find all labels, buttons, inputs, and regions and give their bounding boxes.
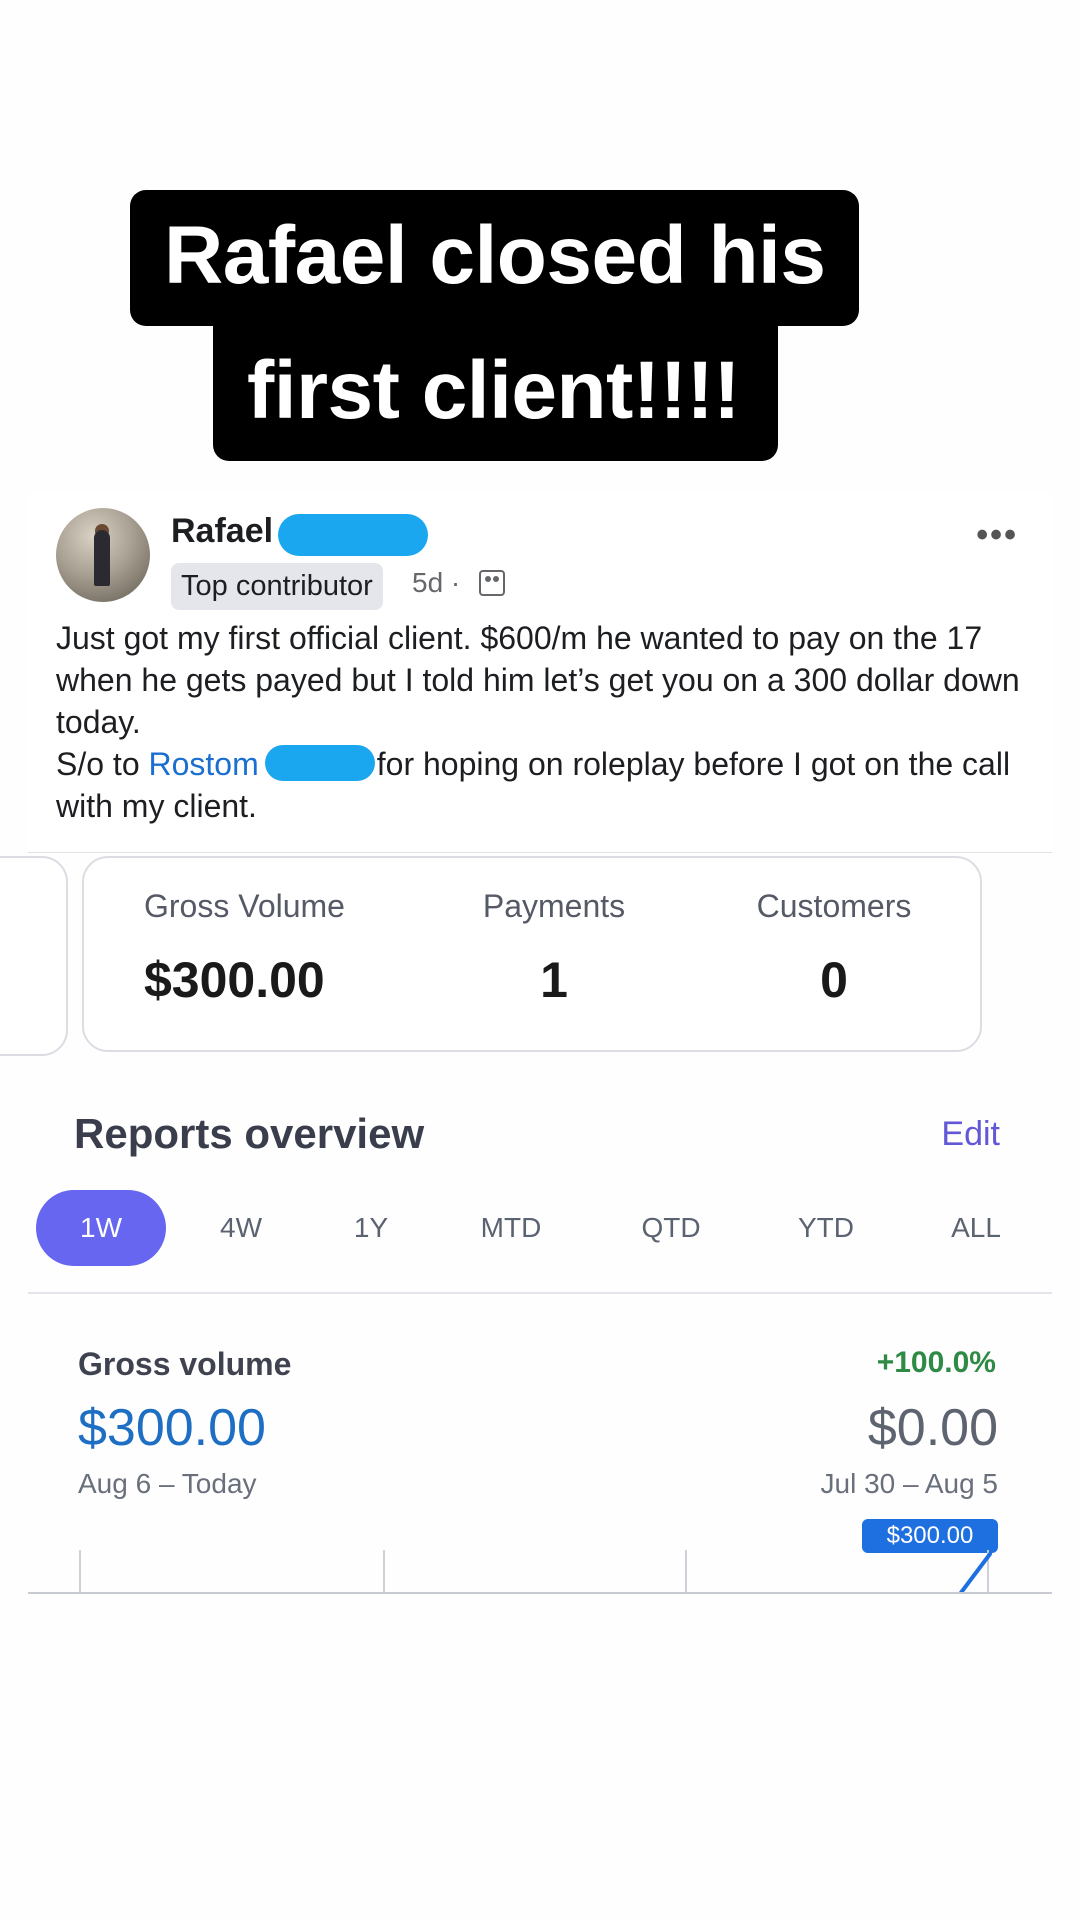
change-percentage: +100.0%	[876, 1346, 996, 1379]
chart-tooltip: $300.00	[862, 1519, 998, 1553]
period-tabs: 1W 4W 1Y MTD QTD YTD ALL	[36, 1190, 1046, 1266]
tabs-divider	[28, 1292, 1052, 1294]
tab-qtd[interactable]: QTD	[616, 1190, 726, 1266]
payments-stat: Payments 1	[454, 888, 654, 1009]
avatar-figure-body	[94, 530, 110, 586]
current-period-range: Aug 6 – Today	[78, 1468, 257, 1499]
gross-volume-value: $300.00	[144, 952, 325, 1008]
current-period-value: $300.00	[78, 1399, 266, 1457]
edit-button[interactable]: Edit	[941, 1115, 1000, 1154]
customers-stat: Customers 0	[714, 888, 954, 1009]
payments-value: 1	[540, 952, 568, 1008]
post-author-name[interactable]: Rafael	[171, 512, 273, 551]
group-icon	[479, 570, 505, 596]
payments-label: Payments	[482, 888, 626, 924]
gross-volume-stat: Gross Volume $300.00	[144, 888, 345, 1009]
gross-volume-chart[interactable]	[28, 1550, 1052, 1594]
post-time[interactable]: 5d ·	[412, 567, 460, 599]
customers-value: 0	[820, 952, 848, 1008]
previous-period-range: Jul 30 – Aug 5	[820, 1468, 998, 1499]
top-contributor-badge: Top contributor	[171, 563, 383, 610]
summary-card[interactable]: Gross Volume $300.00 Payments 1 Customer…	[82, 856, 982, 1052]
tab-1y[interactable]: 1Y	[336, 1190, 406, 1266]
tab-4w[interactable]: 4W	[201, 1190, 281, 1266]
previous-period-value: $0.00	[867, 1399, 998, 1457]
mention-link[interactable]: Rostom	[149, 746, 259, 782]
tab-all[interactable]: ALL	[926, 1190, 1026, 1266]
gross-volume-label: Gross Volume	[144, 888, 345, 924]
community-post: Rafael ••• Top contributor 5d · Just got…	[28, 492, 1052, 852]
avatar[interactable]	[56, 508, 150, 602]
chart-series-line	[958, 1552, 992, 1594]
more-icon[interactable]: •••	[976, 516, 1018, 555]
post-body-text-2-prefix: S/o to	[56, 746, 149, 782]
reports-overview-title: Reports overview	[74, 1110, 425, 1157]
tab-1w[interactable]: 1W	[36, 1190, 166, 1266]
post-body: Just got my first official client. $600/…	[56, 617, 1036, 827]
author-surname-redaction	[278, 514, 428, 556]
tab-mtd[interactable]: MTD	[456, 1190, 566, 1266]
post-body-text-1: Just got my first official client. $600/…	[56, 620, 1020, 740]
story-caption-line-2: first client!!!!	[213, 325, 779, 461]
tab-ytd[interactable]: YTD	[771, 1190, 881, 1266]
gross-volume-section-label: Gross volume	[78, 1346, 292, 1382]
mention-surname-redaction	[264, 745, 375, 781]
previous-card-edge[interactable]	[0, 856, 68, 1056]
customers-label: Customers	[756, 888, 912, 924]
chart-baseline	[28, 1592, 1052, 1594]
story-caption-line-1: Rafael closed his	[130, 190, 860, 326]
post-divider	[28, 852, 1052, 853]
